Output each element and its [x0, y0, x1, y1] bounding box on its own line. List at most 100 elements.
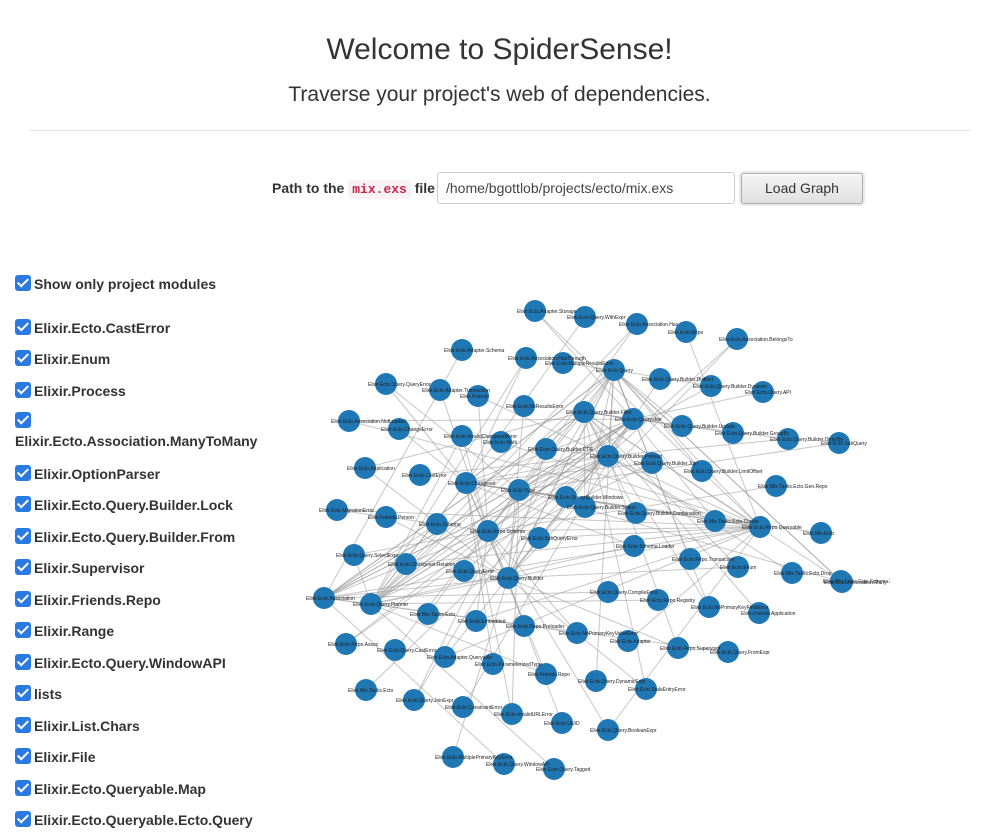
module-checkbox-item[interactable]: lists: [15, 685, 62, 702]
path-label-suffix: file: [414, 180, 435, 196]
module-checkbox[interactable]: [15, 528, 31, 544]
module-checkbox-item[interactable]: Elixir.Ecto.Association.ManyToMany: [15, 412, 257, 449]
graph-node-label: Elixir.Ecto.Query.CompileError: [590, 590, 658, 596]
module-label: Elixir.Ecto.Query.WindowAPI: [34, 655, 226, 671]
graph-node-label: Elixir.Ecto.Query.Builder.Distinct: [642, 377, 714, 383]
graph-node-label: Elixir.Ecto.Application: [347, 466, 395, 472]
graph-edge: [370, 489, 520, 605]
module-label: Elixir.List.Chars: [34, 718, 140, 734]
graph-node-label: Elixir.Ecto.Repo.Registry: [640, 598, 696, 604]
graph-node-label: Elixir.Ecto.Association.BelongsTo: [719, 337, 793, 343]
module-label: Elixir.Process: [34, 383, 126, 399]
graph-edge: [607, 338, 738, 457]
module-checkbox[interactable]: [15, 685, 31, 701]
module-checkbox[interactable]: [15, 654, 31, 670]
load-graph-button[interactable]: Load Graph: [741, 173, 863, 204]
graph-node-label: Elixir.Ecto.Association: [306, 596, 355, 602]
graph-node-label: Elixir.Mix.Tasks.Ecto: [410, 612, 456, 618]
graph-node-label: Elixir.Ecto.Query.Builder.Join: [634, 461, 698, 467]
module-checkbox[interactable]: [15, 622, 31, 638]
module-checkbox-item[interactable]: Elixir.Ecto.Query.Builder.Lock: [15, 496, 233, 513]
module-checkbox[interactable]: [15, 412, 31, 428]
graph-node-label: Elixir.Ecto.Type: [501, 488, 535, 494]
graph-node-label: Elixir.Friends.Person: [368, 515, 414, 521]
module-checkbox[interactable]: [15, 717, 31, 733]
show-only-project-modules-checkbox[interactable]: [15, 275, 31, 291]
module-label: Elixir.Ecto.Association.ManyToMany: [15, 433, 258, 449]
dependency-graph[interactable]: Elixir.Ecto.Adapter.StorageElixir.Ecto.Q…: [290, 280, 890, 780]
graph-edge: [419, 455, 609, 476]
module-label: Elixir.Friends.Repo: [34, 592, 161, 608]
graph-node-label: Elixir.Mix.Tasks.Ecto.Gen.Repo: [758, 484, 828, 490]
module-label: Elixir.OptionParser: [34, 466, 161, 482]
graph-nodes: Elixir.Ecto.Adapter.StorageElixir.Ecto.Q…: [306, 300, 890, 780]
show-only-project-modules[interactable]: Show only project modules: [15, 275, 216, 292]
module-checkbox[interactable]: [15, 465, 31, 481]
path-input[interactable]: /home/bgottlob/projects/ecto/mix.exs: [437, 172, 735, 204]
graph-node-label: Elixir.Ecto.SubQuery: [821, 441, 867, 447]
graph-node-label: Elixir.Mix.Tasks.Ecto: [348, 688, 394, 694]
module-checkbox[interactable]: [15, 748, 31, 764]
graph-node-label: Elixir.Ecto.Query.Tagged: [536, 767, 591, 773]
graph-node-label: Elixir.Ecto.ConstraintError: [445, 705, 503, 711]
module-checkbox-item[interactable]: Elixir.Ecto.Queryable.Map: [15, 780, 206, 797]
graph-node-label: Elixir.Ecto.MultiplePrimaryKeyError: [435, 755, 513, 761]
graph-node-label: Elixir.Ecto.Query.Builder.CTE: [528, 447, 593, 453]
graph-node-label: Elixir.Ecto.Embedded: [458, 619, 506, 625]
graph-node-label: Elixir.Ecto.Changeset: [448, 481, 496, 487]
graph-node-label: Elixir.Ecto.Query: [596, 368, 633, 374]
graph-node-label: Elixir.Ecto.Query.WithExpr: [567, 315, 626, 321]
graph-node-label: Elixir.Ecto.SubQueryError: [521, 536, 578, 542]
module-label: Elixir.Range: [34, 623, 115, 639]
module-checkbox[interactable]: [15, 319, 31, 335]
module-checkbox-item[interactable]: Elixir.Supervisor: [15, 559, 145, 576]
graph-node-label: Elixir.Ecto.Enum: [720, 565, 756, 571]
module-checkbox[interactable]: [15, 382, 31, 398]
module-checkbox[interactable]: [15, 591, 31, 607]
path-label: Path to the mix.exs file: [272, 180, 435, 199]
module-checkbox-item[interactable]: Elixir.File: [15, 748, 95, 765]
module-checkbox-item[interactable]: Elixir.Ecto.CastError: [15, 319, 170, 336]
module-checkbox-item[interactable]: Elixir.Ecto.Queryable.Ecto.Query: [15, 811, 253, 828]
show-only-project-modules-label: Show only project modules: [34, 276, 217, 292]
module-checkbox-item[interactable]: Elixir.Ecto.Query.Builder.From: [15, 528, 235, 545]
module-checkbox[interactable]: [15, 350, 31, 366]
module-checkbox[interactable]: [15, 780, 31, 796]
module-label: Elixir.Ecto.CastError: [34, 320, 171, 336]
graph-node-label: Elixir.Ecto.Query.SelectExpr: [336, 553, 398, 559]
graph-node-label: Elixir.Ecto.Query.FromExpr: [710, 650, 770, 656]
graph-node-label: Elixir.Ecto.Query.Builder.Filter: [566, 410, 632, 416]
graph-node-label: Elixir.Ecto.Adapter.Queryable: [427, 655, 492, 661]
graph-node-label: Elixir.Mix.Ecto: [803, 531, 834, 537]
module-label: Elixir.Ecto.Query.Builder.Lock: [34, 497, 233, 513]
graph-node-label: Elixir.Ecto.Repo.Assoc: [328, 642, 379, 648]
module-label: Elixir.Ecto.Queryable.Map: [34, 781, 206, 797]
module-checkbox-item[interactable]: Elixir.Ecto.Query.WindowAPI: [15, 654, 226, 671]
module-label: Elixir.Enum: [34, 351, 111, 367]
module-checkbox[interactable]: [15, 811, 31, 827]
module-checkbox[interactable]: [15, 559, 31, 575]
graph-node-label: Elixir.Ecto.NoPrimaryKeyValueError: [559, 631, 638, 637]
graph-node-label: Elixir.Ecto.Query.Builder.LimitOffset: [684, 469, 763, 475]
graph-node-label: Elixir.Ecto.Query.Planner: [353, 602, 409, 608]
module-checkbox-item[interactable]: Elixir.Enum: [15, 350, 110, 367]
module-checkbox-item[interactable]: Elixir.List.Chars: [15, 717, 140, 734]
graph-node-label: Elixir.Ecto.Adapter.Schema: [444, 348, 505, 354]
page-title: Welcome to SpiderSense!: [326, 33, 673, 66]
module-checkbox[interactable]: [15, 496, 31, 512]
module-checkbox-item[interactable]: Elixir.Friends.Repo: [15, 591, 161, 608]
graph-node-label: Elixir.Ecto.MigrationError: [319, 508, 374, 514]
module-checkbox-item[interactable]: Elixir.Process: [15, 382, 126, 399]
page-subtitle: Traverse your project's web of dependenc…: [288, 83, 711, 106]
module-checkbox-item[interactable]: Elixir.OptionParser: [15, 465, 160, 482]
module-checkbox-item[interactable]: Elixir.Range: [15, 622, 114, 639]
graph-node-label: Elixir.Ecto.Repo.Schema: [470, 529, 525, 535]
graph-node-label: Elixir.Friends: [460, 394, 489, 400]
module-label: Elixir.File: [34, 749, 96, 765]
graph-node-label: Elixir.Ecto.Query.DynamicExpr: [578, 679, 646, 685]
path-label-prefix: Path to the: [272, 180, 345, 196]
graph-node-label: Elixir.Ecto.Queryable: [615, 417, 662, 423]
graph-node-label: Elixir.Ecto.StaleEntryError: [628, 687, 686, 693]
graph-node-label: Elixir.Ecto.ParameterizedType: [475, 662, 542, 668]
graph-node-label: Elixir.Ecto.Query.Builder.Combination: [618, 511, 701, 517]
